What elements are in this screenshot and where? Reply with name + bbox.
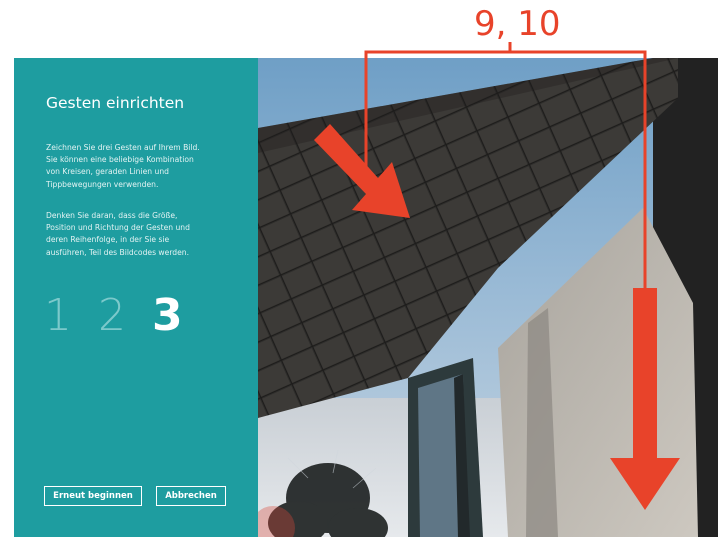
gesture-step-3: 3 (152, 290, 183, 341)
house-roof-photo[interactable] (258, 58, 718, 537)
gesture-step-2: 2 (98, 290, 126, 341)
gesture-setup-panel: Gesten einrichten Zeichnen Sie drei Gest… (14, 58, 258, 537)
gesture-step-indicator: 1 2 3 (44, 292, 206, 340)
instruction-line: Position und Richtung der Gesten und (46, 223, 190, 233)
gesture-step-1: 1 (44, 290, 72, 341)
picture-password-screen: Gesten einrichten Zeichnen Sie drei Gest… (14, 58, 718, 537)
instruction-line: Tippbewegungen verwenden. (46, 179, 159, 189)
instruction-line: von Kreisen, geraden Linien und (46, 167, 169, 177)
restart-button[interactable]: Erneut beginnen (44, 486, 142, 506)
cancel-button[interactable]: Abbrechen (156, 486, 226, 506)
instruction-paragraph-1: Zeichnen Sie drei Gesten auf Ihrem Bild.… (46, 142, 246, 191)
panel-title: Gesten einrichten (46, 94, 185, 112)
instruction-line: Sie können eine beliebige Kombination (46, 155, 194, 165)
callout-number-label: 9, 10 (474, 4, 561, 44)
instruction-line: deren Reihenfolge, in der Sie sie (46, 235, 170, 245)
instruction-line: Denken Sie daran, dass die Größe, (46, 211, 178, 220)
instruction-line: Zeichnen Sie drei Gesten auf Ihrem Bild. (46, 143, 200, 152)
instruction-paragraph-2: Denken Sie daran, dass die Größe, Positi… (46, 210, 246, 259)
instruction-line: ausführen, Teil des Bildcodes werden. (46, 247, 190, 257)
